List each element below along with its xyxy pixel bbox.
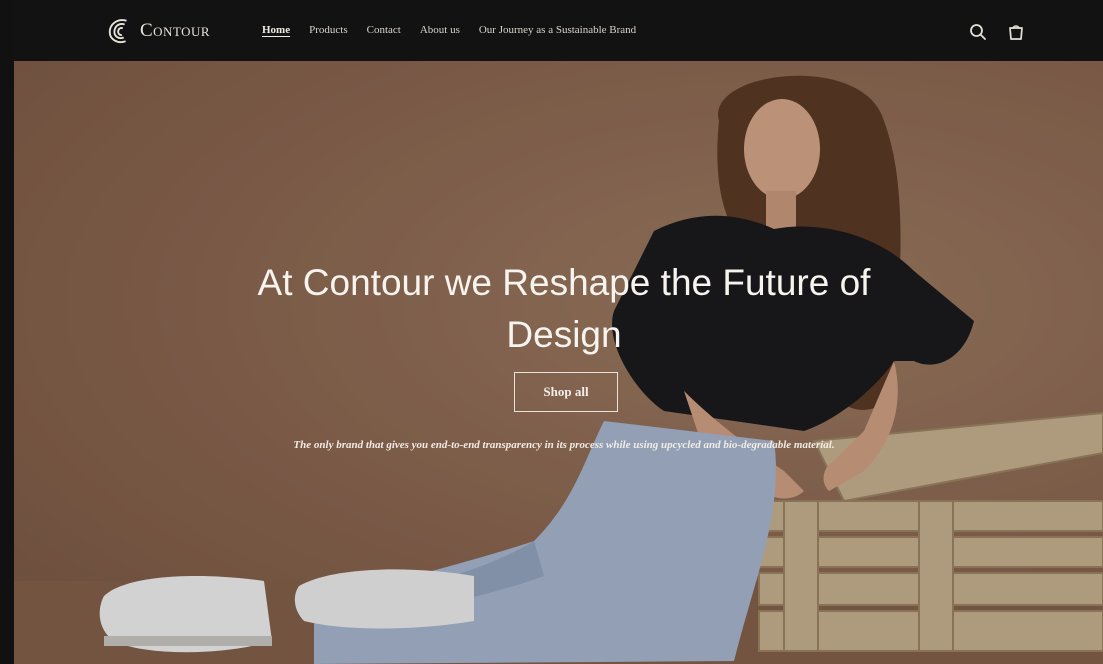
header-actions	[968, 22, 1026, 42]
hero-banner: At Contour we Reshape the Future of Desi…	[14, 61, 1103, 664]
nav-item-home[interactable]: Home	[262, 24, 290, 36]
hero-title: At Contour we Reshape the Future of Desi…	[257, 262, 871, 355]
nav-item-contact[interactable]: Contact	[367, 24, 401, 36]
hero-subtitle: The only brand that gives you end-to-end…	[293, 439, 835, 451]
site-header: Contour Home Products Contact About us O…	[14, 0, 1103, 61]
nav-item-products[interactable]: Products	[309, 24, 348, 36]
contour-logo-icon	[108, 19, 127, 43]
page-frame: Contour Home Products Contact About us O…	[14, 0, 1103, 664]
main-nav: Home Products Contact About us Our Journ…	[262, 24, 655, 36]
brand-name: Contour	[140, 20, 211, 41]
nav-item-about-us[interactable]: About us	[420, 24, 460, 36]
cart-icon[interactable]	[1006, 22, 1026, 42]
shop-all-button[interactable]: Shop all	[514, 372, 618, 412]
brand-logo[interactable]: Contour	[106, 16, 210, 46]
hero-overlay	[14, 61, 1103, 664]
search-icon[interactable]	[968, 22, 988, 42]
nav-item-our-journey[interactable]: Our Journey as a Sustainable Brand	[479, 24, 636, 36]
